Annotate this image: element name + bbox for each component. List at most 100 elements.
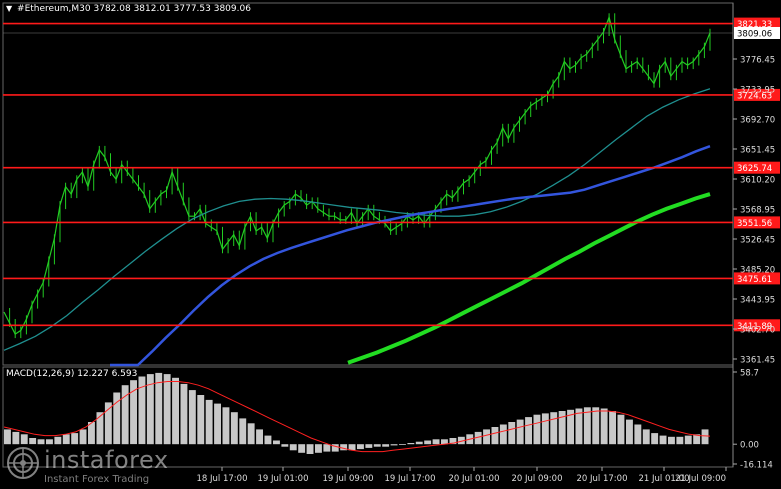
macd-bar (432, 439, 440, 445)
macd-bar (684, 435, 692, 445)
macd-bar (222, 407, 230, 445)
time-tick-label: 19 Jul 17:00 (385, 474, 436, 484)
price-line (3, 15, 711, 335)
current-price-label: 3809.06 (737, 30, 772, 40)
macd-bar (676, 436, 684, 445)
macd-bar (382, 444, 390, 447)
macd-bar (541, 413, 549, 445)
macd-bar (298, 444, 306, 453)
macd-label: MACD(12,26,9) 12.227 6.593 (6, 369, 138, 379)
macd-bar (172, 377, 179, 445)
price-tick-label: 3651.45 (740, 146, 775, 156)
watermark-tagline: Instant Forex Trading (44, 474, 150, 485)
macd-bar (499, 424, 507, 445)
price-tick-label: 3776.45 (740, 56, 775, 66)
macd-bar (634, 424, 642, 445)
macd-bar (239, 418, 247, 445)
price-tick-label: 3733.95 (740, 86, 775, 96)
macd-bar (264, 435, 272, 445)
moving-averages (3, 88, 711, 367)
macd-bar (230, 412, 238, 445)
macd-bar (155, 372, 163, 445)
chart-canvas: 3821.333724.633625.743551.563475.613411.… (2, 2, 780, 484)
macd-bar (205, 399, 213, 445)
macd-bar (365, 444, 373, 448)
macd-bar (12, 431, 20, 445)
macd-bar (525, 417, 532, 445)
watermark-brand: instaforex (44, 446, 169, 474)
macd-bar (626, 419, 633, 445)
price-tick-label: 3568.95 (740, 206, 775, 216)
chart-header: ▼ #Ethereum,M30 3782.08 3812.01 3777.53 … (6, 4, 251, 14)
price-tick-label: 3402.70 (740, 326, 775, 336)
time-tick-label: 19 Jul 01:00 (258, 474, 309, 484)
caret-down-icon[interactable]: ▼ (6, 4, 12, 13)
macd-bar (306, 444, 314, 454)
time-tick-label: 18 Jul 17:00 (197, 474, 248, 484)
macd-bar (550, 412, 558, 445)
macd-bar (71, 433, 79, 445)
macd-bar (357, 444, 364, 450)
macd-bar (79, 429, 87, 445)
macd-bar (281, 444, 289, 447)
macd-bar (62, 434, 70, 445)
price-tick-label: 3485.20 (740, 266, 775, 276)
macd-tick-label: 0.00 (740, 441, 759, 451)
level-label: 3475.61 (737, 275, 772, 285)
macd-bar (516, 419, 524, 445)
macd-bar (659, 435, 667, 445)
price-tick-label: 3692.70 (740, 116, 775, 126)
level-label: 3551.56 (737, 219, 772, 229)
price-tick-label: 3610.20 (740, 176, 775, 186)
time-tick-label: 21 Jul 09:00 (675, 474, 726, 484)
price-tick-label: 3526.45 (740, 236, 775, 246)
macd-bar (37, 439, 45, 445)
macd-bar (323, 444, 331, 452)
macd-bar (533, 414, 541, 445)
macd-bar (642, 429, 650, 445)
price-tick-label: 3361.45 (740, 356, 775, 366)
macd-bar (373, 444, 381, 447)
time-axis: 18 Jul 17:00 19 Jul 01:00 19 Jul 09:00 19 J… (197, 467, 727, 484)
price-tick-label: 3443.95 (740, 296, 775, 306)
macd-bar (600, 408, 608, 445)
macd-bar (315, 444, 322, 453)
macd-bar (424, 440, 432, 445)
macd-tick-label: 58.7 (740, 369, 759, 379)
macd-bar (188, 390, 196, 445)
macd-bar (491, 427, 499, 445)
macd-bar (508, 422, 516, 445)
time-tick-label: 20 Jul 17:00 (577, 474, 628, 484)
macd-bar (180, 383, 188, 445)
macd-bar (214, 403, 221, 445)
macd-bar (289, 444, 297, 451)
macd-series (3, 372, 711, 454)
macd-bar (415, 441, 423, 445)
macd-bar (247, 423, 255, 445)
time-tick-label: 20 Jul 09:00 (512, 474, 563, 484)
ma-mid-line (110, 145, 711, 367)
price-axis: 3776.45 3733.95 3692.70 3651.45 3610.20 3568.… (3, 27, 780, 366)
macd-bar (701, 429, 709, 445)
ohlc-values: 3782.08 3812.01 3777.53 3809.06 (93, 4, 251, 14)
macd-axis: 58.7 0.00 -16.114 (733, 369, 773, 471)
macd-bar (592, 407, 600, 445)
level-label: 3625.74 (737, 164, 772, 174)
macd-bar (609, 411, 616, 445)
macd-bar (651, 433, 659, 445)
macd-bar (20, 434, 28, 445)
macd-bar (390, 444, 398, 446)
macd-bar (4, 429, 11, 445)
time-tick-label: 20 Jul 01:00 (449, 474, 500, 484)
time-tick-label: 19 Jul 09:00 (323, 474, 374, 484)
macd-bar (29, 438, 37, 445)
macd-bar (617, 414, 625, 445)
macd-bar (54, 436, 62, 445)
macd-bar (407, 443, 415, 445)
price-series (3, 13, 711, 339)
macd-bar (197, 395, 205, 445)
macd-bar (256, 429, 263, 445)
macd-bar (46, 439, 53, 445)
macd-tick-label: -16.114 (740, 461, 773, 471)
price-pane-frame (2, 2, 734, 366)
